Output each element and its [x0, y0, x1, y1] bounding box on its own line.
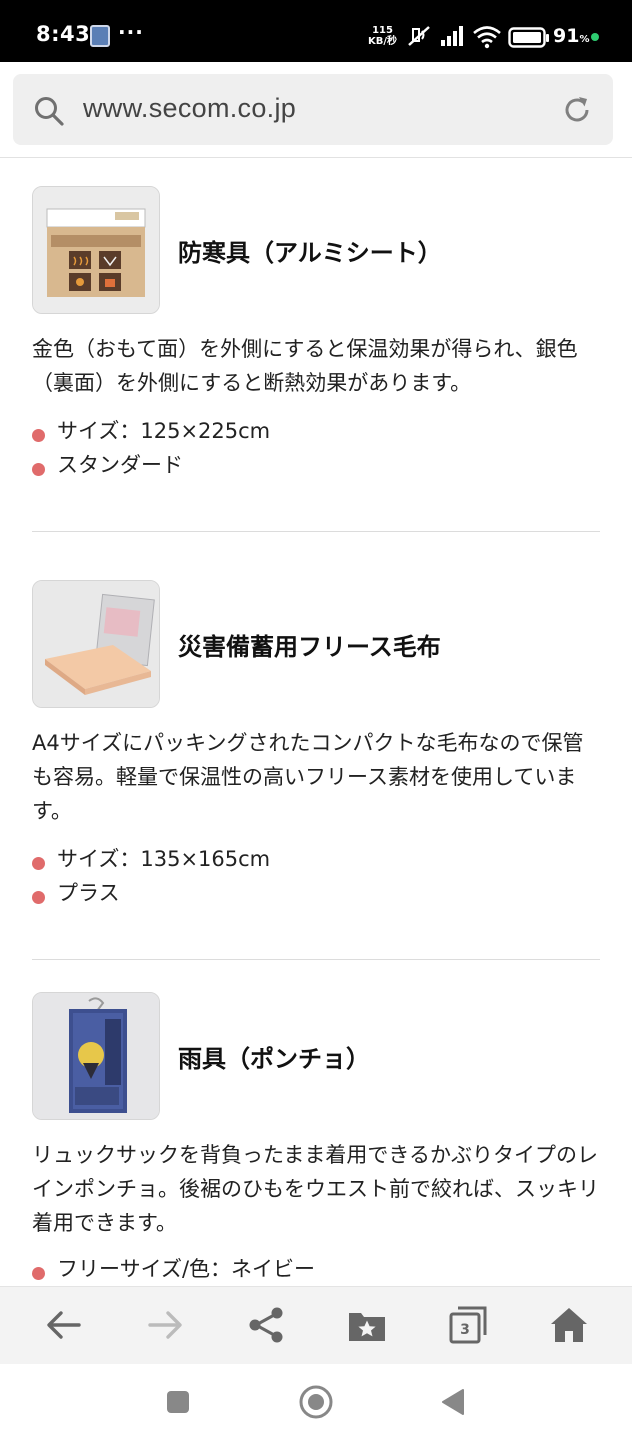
divider [32, 959, 600, 960]
home-icon[interactable] [549, 1305, 589, 1345]
battery-level: 91% [553, 25, 589, 47]
mute-icon [408, 26, 430, 46]
spec-text: サイズ：135×165cm [57, 847, 271, 871]
product-image[interactable] [32, 186, 160, 314]
page-content: 防寒具（アルミシート） 金色（おもて面）を外側にすると保温効果が得られ、銀色（裏… [0, 158, 632, 1286]
product-description: リュックサックを背負ったまま着用できるかぶりタイプのレインポンチョ。後裾のひもを… [32, 1143, 599, 1235]
spec-item: フリーサイズ/色：ネイビー [32, 1252, 315, 1286]
spec-item: サイズ：125×225cm [32, 414, 270, 448]
url-text[interactable]: www.secom.co.jp [83, 93, 296, 124]
share-icon[interactable] [246, 1305, 286, 1345]
spec-text: サイズ：125×225cm [57, 419, 271, 443]
status-bar: 8:43 ··· 115 KB/秒 91% [0, 0, 632, 62]
product-item: 防寒具（アルミシート） 金色（おもて面）を外側にすると保温効果が得られ、銀色（裏… [32, 186, 600, 506]
forward-arrow-icon[interactable] [145, 1305, 185, 1345]
network-speed: 115 KB/秒 [368, 25, 397, 47]
product-item: 雨具（ポンチョ） リュックサックを背負ったまま着用できるかぶりタイプのレインポン… [32, 992, 600, 1286]
system-navigation-bar [0, 1364, 632, 1440]
search-icon [35, 97, 64, 126]
battery-icon [508, 27, 549, 48]
back-triangle-icon[interactable] [440, 1388, 466, 1416]
product-title: 災害備蓄用フリース毛布 [178, 633, 441, 661]
app-notification-icon [90, 25, 110, 47]
recents-icon[interactable] [166, 1390, 190, 1414]
product-image[interactable] [32, 992, 160, 1120]
bullet-icon [32, 429, 45, 442]
network-speed-value: 115 [372, 25, 393, 36]
spec-item: スタンダード [32, 448, 270, 482]
product-description: 金色（おもて面）を外側にすると保温効果が得られ、銀色（裏面）を外側にすると断熱効… [32, 337, 578, 395]
bullet-icon [32, 857, 45, 870]
spec-item: プラス [32, 876, 270, 910]
battery-percent-symbol: % [579, 34, 590, 45]
product-title: 防寒具（アルミシート） [178, 239, 442, 267]
spec-item: サイズ：135×165cm [32, 842, 270, 876]
spec-list: サイズ：125×225cm スタンダード [32, 414, 270, 482]
fleece-blanket-image [33, 581, 159, 707]
bookmark-folder-icon[interactable] [347, 1305, 387, 1345]
product-description: A4サイズにパッキングされたコンパクトな毛布なので保管も容易。軽量で保温性の高い… [32, 731, 584, 823]
bullet-icon [32, 463, 45, 476]
spec-text: フリーサイズ/色：ネイビー [57, 1257, 316, 1281]
bullet-icon [32, 891, 45, 904]
divider [32, 531, 600, 532]
status-time: 8:43 [36, 22, 91, 46]
home-circle-icon[interactable] [298, 1384, 334, 1420]
product-item: 災害備蓄用フリース毛布 A4サイズにパッキングされたコンパクトな毛布なので保管も… [32, 580, 600, 920]
more-notifications-icon: ··· [118, 20, 144, 44]
charging-dot [591, 33, 599, 41]
product-image[interactable] [32, 580, 160, 708]
browser-address-area: www.secom.co.jp [0, 62, 632, 158]
poncho-image [33, 993, 159, 1119]
reload-icon[interactable] [559, 92, 595, 128]
wifi-icon [473, 26, 501, 49]
battery-percent: 91 [553, 25, 580, 47]
address-bar[interactable]: www.secom.co.jp [13, 74, 613, 145]
spec-list: フリーサイズ/色：ネイビー [32, 1252, 315, 1286]
network-speed-unit: KB/秒 [368, 36, 398, 47]
back-arrow-icon[interactable] [44, 1305, 84, 1345]
tab-count: 3 [460, 1322, 470, 1338]
spec-text: スタンダード [57, 453, 183, 477]
bullet-icon [32, 1267, 45, 1280]
aluminum-sheet-image [33, 187, 159, 313]
spec-text: プラス [57, 881, 120, 905]
product-title: 雨具（ポンチョ） [178, 1045, 370, 1073]
spec-list: サイズ：135×165cm プラス [32, 842, 270, 910]
browser-toolbar: 3 [0, 1286, 632, 1364]
signal-icon [441, 26, 463, 46]
